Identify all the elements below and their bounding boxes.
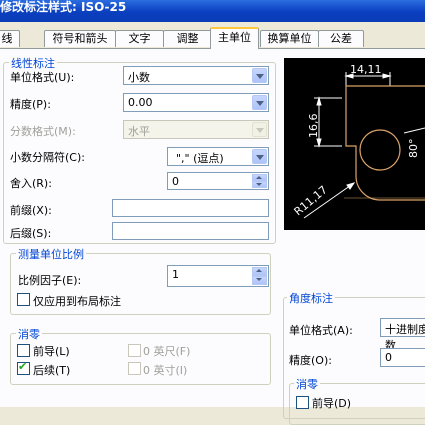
preview-dim-top: 14,11 <box>350 63 382 76</box>
round-off-value: 0 <box>172 175 179 188</box>
preview-drawing: 14,11 16,6 R11,17 80° <box>292 63 425 219</box>
layout-only-checkbox[interactable] <box>17 293 30 306</box>
fraction-format-value: 水平 <box>128 125 150 138</box>
trailing-zero-checkbox[interactable] <box>17 360 30 375</box>
angular-leading-zero-checkbox[interactable] <box>296 396 309 409</box>
suffix-label: 后缀(S): <box>10 227 52 240</box>
fraction-format-label: 分数格式(M): <box>10 125 76 138</box>
prefix-input[interactable] <box>112 199 269 217</box>
tab-symbols-arrows[interactable]: 符号和箭头 <box>44 30 116 47</box>
tab-strip: 线 符号和箭头 文字 调整 主单位 换算单位 公差 <box>0 27 425 49</box>
tab-tolerances[interactable]: 公差 <box>318 30 364 47</box>
inches-zero-checkbox <box>128 362 141 375</box>
tab-text[interactable]: 文字 <box>115 30 164 47</box>
leading-zero-label: 前导(L) <box>33 345 70 358</box>
scale-factor-label: 比例因子(E): <box>18 274 82 287</box>
angular-precision-select[interactable]: 0 <box>380 348 425 367</box>
suffix-input[interactable] <box>112 222 269 240</box>
tab-alternate-units[interactable]: 换算单位 <box>260 30 319 47</box>
layout-only-label: 仅应用到布局标注 <box>33 295 121 308</box>
feet-zero-label: 0 英尺(F) <box>143 345 191 358</box>
fraction-format-select: 水平 <box>123 120 269 139</box>
decimal-separator-value: "," (逗点) <box>176 152 224 165</box>
decimal-separator-label: 小数分隔符(C): <box>10 151 85 164</box>
unit-format-label: 单位格式(U): <box>10 71 75 84</box>
angular-group-title: 角度标注 <box>287 290 335 306</box>
dimension-preview: 14,11 16,6 R11,17 80° <box>284 58 425 230</box>
preview-dim-right: 80° <box>407 139 420 159</box>
angular-zero-title: 消零 <box>294 376 320 392</box>
spin-up-icon[interactable] <box>252 174 267 181</box>
spin-up-icon[interactable] <box>252 267 267 276</box>
angular-unit-format-select[interactable]: 十进制度数 <box>380 318 425 352</box>
spin-down-icon[interactable] <box>252 276 267 285</box>
tab-fit[interactable]: 调整 <box>163 30 212 47</box>
spin-down-icon[interactable] <box>252 181 267 188</box>
window-title: 修改标注样式: ISO-25 <box>0 0 127 14</box>
chevron-down-icon[interactable] <box>252 95 267 110</box>
angular-precision-value: 0 <box>385 351 392 364</box>
scale-group-title: 测量单位比例 <box>16 246 86 262</box>
angular-precision-label: 精度(O): <box>289 354 332 367</box>
round-off-input[interactable]: 0 <box>167 172 269 190</box>
precision-value: 0.00 <box>128 96 153 109</box>
scale-factor-value: 1 <box>172 268 179 281</box>
chevron-down-icon[interactable] <box>252 68 267 83</box>
tab-lines[interactable]: 线 <box>0 30 20 47</box>
angular-unit-format-label: 单位格式(A): <box>289 324 353 337</box>
trailing-zero-label: 后续(T) <box>33 364 71 377</box>
chevron-down-icon <box>252 122 267 137</box>
scale-factor-input[interactable]: 1 <box>167 265 269 287</box>
title-bar: 修改标注样式: ISO-25 <box>0 0 425 22</box>
decimal-separator-select[interactable]: "," (逗点) <box>167 147 269 166</box>
inches-zero-label: 0 英寸(I) <box>143 364 188 377</box>
feet-zero-checkbox <box>128 344 141 357</box>
precision-label: 精度(P): <box>10 98 51 111</box>
unit-format-select[interactable]: 小数 <box>123 66 269 85</box>
chevron-down-icon[interactable] <box>252 149 267 164</box>
tab-primary-units[interactable]: 主单位 <box>210 27 259 49</box>
unit-format-value: 小数 <box>128 71 150 84</box>
prefix-label: 前缀(X): <box>10 204 52 217</box>
precision-select[interactable]: 0.00 <box>123 93 269 112</box>
round-off-label: 舍入(R): <box>10 177 52 190</box>
preview-dim-left: 16,6 <box>307 114 320 139</box>
angular-leading-zero-label: 前导(D) <box>312 397 352 410</box>
zero-group-title: 消零 <box>16 326 42 342</box>
leading-zero-checkbox[interactable] <box>17 344 30 357</box>
